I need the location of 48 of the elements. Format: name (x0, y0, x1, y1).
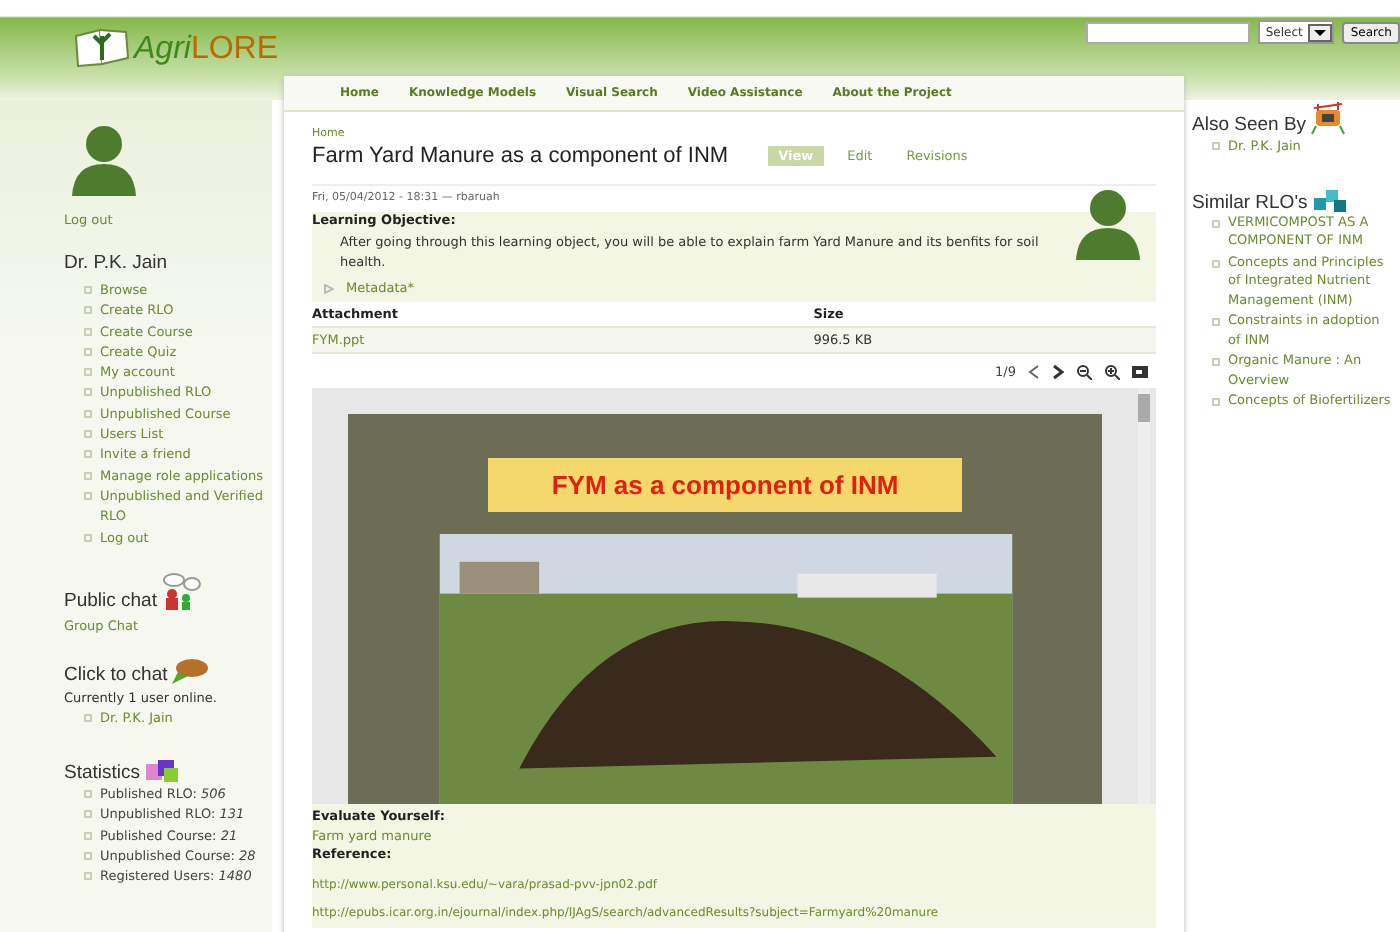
bullet-icon (84, 368, 92, 377)
bullet-icon (84, 409, 92, 418)
bullet-icon (84, 852, 92, 861)
bullet-icon (84, 790, 92, 799)
bullet-icon (84, 713, 92, 722)
chat-people-icon (158, 571, 203, 612)
bullet-icon (1212, 318, 1220, 327)
bullet-icon (84, 872, 92, 881)
page-title: Farm Yard Manure as a component of INM (312, 144, 729, 168)
chevron-left-icon (1028, 364, 1040, 380)
section-heading: Similar RLO's (1192, 191, 1308, 214)
speech-bubble-icon (169, 657, 210, 686)
user-name-heading: Dr. P.K. Jain (64, 252, 170, 274)
section-heading: Statistics (64, 762, 141, 785)
scrollbar-thumb (1138, 394, 1150, 422)
bullet-icon (84, 810, 92, 819)
bullet-icon (84, 471, 92, 480)
bullet-icon (84, 491, 92, 500)
bullet-icon (1212, 358, 1220, 367)
section-heading: Also Seen By (1192, 114, 1307, 136)
bullet-icon (84, 450, 92, 459)
bullet-icon (84, 347, 92, 356)
bullet-icon (1212, 398, 1220, 407)
bullet-icon (1212, 142, 1220, 150)
zoom-out-icon (1076, 364, 1092, 380)
zoom-in-icon (1104, 364, 1120, 380)
bullet-icon (84, 388, 92, 397)
section-heading: Click to chat (64, 663, 168, 686)
caret-icon (1308, 23, 1333, 41)
slide-title: FYM as a component of INM (488, 458, 962, 512)
bullet-icon (84, 327, 92, 336)
section-heading: Public chat (64, 589, 157, 612)
bullet-icon (84, 831, 92, 840)
chevron-right-icon (1052, 364, 1064, 380)
cubes-icon (1309, 185, 1350, 214)
triangle-right-icon (324, 284, 334, 294)
bullet-icon (1212, 219, 1220, 228)
bullet-icon (84, 430, 92, 439)
fullscreen-icon (1132, 364, 1148, 380)
bullet-icon (84, 306, 92, 315)
user-avatar-icon (1072, 188, 1144, 260)
bullet-icon (1212, 259, 1220, 268)
book-plant-icon (72, 24, 132, 68)
bullet-icon (84, 286, 92, 294)
search-field[interactable] (1085, 21, 1250, 43)
bullet-icon (84, 533, 92, 542)
site-logo: AgriLORE (134, 32, 279, 68)
user-avatar-icon (68, 124, 140, 196)
